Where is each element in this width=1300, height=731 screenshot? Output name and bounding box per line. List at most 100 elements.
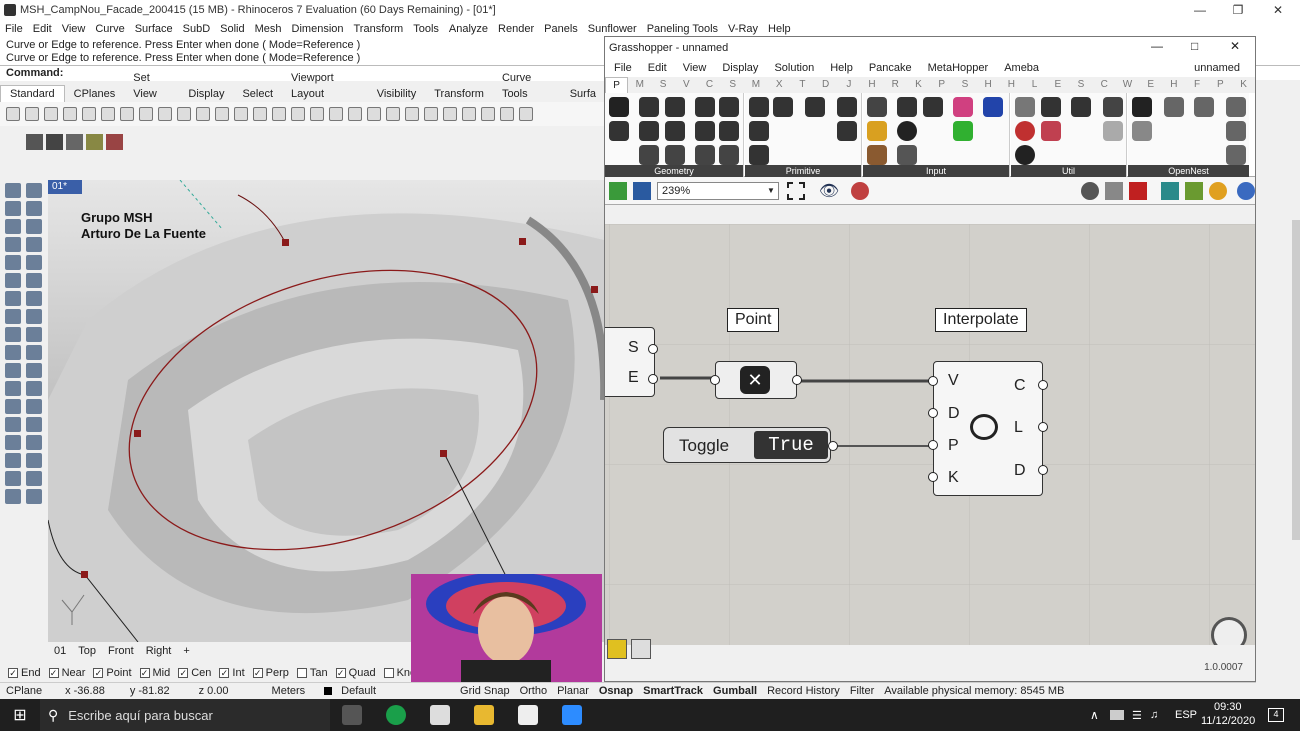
input-component-icon[interactable] (867, 145, 887, 165)
maximize-button[interactable]: ❐ (1218, 0, 1258, 20)
control-point[interactable] (81, 571, 88, 578)
light-icon[interactable] (367, 107, 381, 121)
history-icon[interactable] (519, 107, 533, 121)
util-component-icon[interactable] (1041, 97, 1061, 117)
osnap-end[interactable]: ✓ End (8, 667, 41, 679)
control-point[interactable] (591, 286, 598, 293)
gh-tab[interactable]: S (953, 77, 976, 93)
util-component-icon[interactable] (1015, 121, 1035, 141)
opennest-component-icon[interactable] (1226, 97, 1246, 117)
input-component-icon[interactable] (897, 97, 917, 117)
preview-eye-icon[interactable]: 👁 (819, 181, 839, 201)
input-component-icon[interactable] (953, 121, 973, 141)
windows-start-icon[interactable]: ⊞ (0, 699, 40, 731)
gh-tab[interactable]: H (1162, 77, 1185, 93)
osnap-checkbox[interactable]: ✓ (8, 668, 18, 678)
status-smarttrack[interactable]: SmartTrack (643, 685, 703, 697)
status-grid-snap[interactable]: Grid Snap (460, 685, 510, 697)
new-file-icon[interactable] (6, 107, 20, 121)
status-osnap[interactable]: Osnap (599, 685, 633, 697)
menu-analyze[interactable]: Analyze (449, 23, 488, 35)
geometry-component-icon[interactable] (695, 121, 715, 141)
osnap-checkbox[interactable]: ✓ (252, 668, 263, 678)
input-port-p[interactable] (928, 440, 938, 450)
osnap-checkbox[interactable]: ✓ (178, 668, 189, 678)
ellipse-tool-icon[interactable] (5, 237, 21, 252)
select-tool-icon[interactable] (5, 183, 21, 198)
preview-mode-icon[interactable] (1081, 181, 1100, 200)
input-component-icon[interactable] (953, 97, 973, 117)
analyze-tool-icon[interactable] (26, 435, 42, 450)
gh-menu-help[interactable]: Help (830, 62, 853, 74)
gear-icon[interactable] (481, 107, 495, 121)
msh-plugin-icon[interactable] (46, 134, 63, 150)
input-component-icon[interactable] (867, 97, 887, 117)
menu-render[interactable]: Render (498, 23, 534, 35)
curve-parameter-node[interactable]: S E (605, 327, 658, 397)
menu-surface[interactable]: Surface (135, 23, 173, 35)
rhino6-icon[interactable] (430, 705, 450, 725)
opennest-component-icon[interactable] (1226, 145, 1246, 165)
zoom-extents-icon[interactable] (786, 181, 805, 200)
gh-menu-edit[interactable]: Edit (648, 62, 667, 74)
geometry-component-icon[interactable] (719, 97, 739, 117)
point-parameter-node[interactable]: ✕ (710, 361, 802, 399)
options-icon[interactable] (443, 107, 457, 121)
geometry-component-icon[interactable] (719, 121, 739, 141)
primitive-component-icon[interactable] (773, 97, 793, 117)
osnap-near[interactable]: ✓ Near (48, 667, 85, 679)
select-icon[interactable] (291, 107, 305, 121)
undo-icon[interactable] (139, 107, 153, 121)
gh-tab[interactable]: R (884, 77, 907, 93)
join-tool-icon[interactable] (5, 399, 21, 414)
tab-curve-tools[interactable]: Curve Tools (493, 70, 561, 102)
add-viewport-tab-button[interactable]: + (183, 645, 189, 657)
print-icon[interactable] (63, 107, 77, 121)
tab-select[interactable]: Select (233, 86, 282, 102)
osnap-quad[interactable]: ✓ Quad (335, 667, 376, 679)
open-file-icon[interactable] (609, 181, 627, 200)
explode-tool-icon[interactable] (26, 399, 42, 414)
gh-doc-name[interactable]: unnamed (1194, 62, 1240, 74)
render-preview-icon[interactable] (1185, 181, 1204, 200)
osnap-tan[interactable]: Tan (296, 667, 328, 679)
gh-tab[interactable]: M (744, 77, 767, 93)
gh-tab[interactable]: W (1116, 77, 1139, 93)
toggle-value-button[interactable]: True (754, 431, 828, 459)
zoom-window-icon[interactable] (215, 107, 229, 121)
rotate-tool-icon[interactable] (5, 345, 21, 360)
sketch-icon[interactable] (851, 181, 870, 200)
circle-tool-icon[interactable] (5, 219, 21, 234)
tab-standard[interactable]: Standard (0, 85, 65, 102)
viewport-tab-front[interactable]: Front (108, 645, 134, 657)
input-port-k[interactable] (928, 472, 938, 482)
tab-visibility[interactable]: Visibility (368, 86, 426, 102)
menu-panels[interactable]: Panels (544, 23, 578, 35)
geometry-component-icon[interactable] (639, 121, 659, 141)
osnap-checkbox[interactable]: ✓ (219, 668, 230, 678)
rotate-view-icon[interactable] (177, 107, 191, 121)
gh-tab[interactable]: C (698, 77, 721, 93)
osnap-mid[interactable]: ✓ Mid (139, 667, 170, 679)
msh-plugin-icon[interactable] (106, 134, 123, 150)
osnap-int[interactable]: ✓ Int (219, 667, 245, 679)
polygon-tool-icon[interactable] (5, 255, 21, 270)
scrollbar[interactable] (1292, 220, 1300, 540)
material-icon[interactable] (405, 107, 419, 121)
gh-tab[interactable]: S (721, 77, 744, 93)
language-indicator[interactable]: ESP (1175, 709, 1197, 721)
status-filter[interactable]: Filter (850, 685, 874, 697)
opennest-component-icon[interactable] (1164, 97, 1184, 117)
clock-date[interactable]: 11/12/2020 (1201, 715, 1255, 727)
menu-vray[interactable]: V-Ray (728, 23, 758, 35)
sphere-tool-icon[interactable] (26, 291, 42, 306)
check-tool-icon[interactable] (26, 453, 42, 468)
tab-viewport-layout[interactable]: Viewport Layout (282, 70, 368, 102)
menu-view[interactable]: View (62, 23, 86, 35)
status-ortho[interactable]: Ortho (520, 685, 548, 697)
tray-chevron-icon[interactable]: ∧ (1090, 708, 1099, 722)
gh-tab[interactable]: E (1046, 77, 1069, 93)
save-icon[interactable] (44, 107, 58, 121)
menu-paneling-tools[interactable]: Paneling Tools (647, 23, 718, 35)
bake-icon[interactable] (1161, 181, 1180, 200)
